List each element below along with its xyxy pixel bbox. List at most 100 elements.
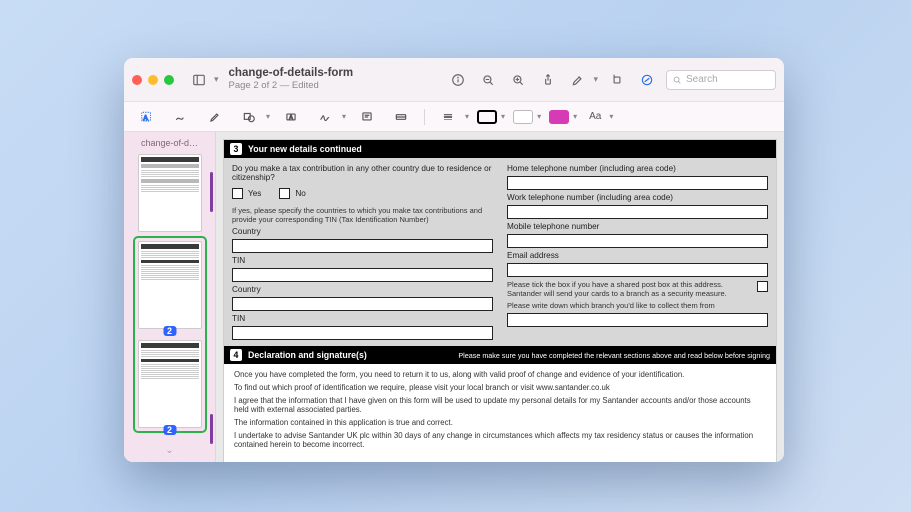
home-phone-input[interactable]	[507, 176, 768, 190]
chevron-down-icon: ▾	[593, 74, 598, 85]
scroll-indicator	[210, 172, 213, 212]
work-phone-input[interactable]	[507, 205, 768, 219]
close-window-button[interactable]	[132, 75, 142, 85]
section-3-right-column: Home telephone number (including area co…	[507, 164, 768, 340]
branch-input[interactable]	[507, 313, 768, 327]
toolbar-divider	[424, 109, 425, 125]
mobile-phone-input[interactable]	[507, 234, 768, 248]
page-count-badge: 2	[163, 326, 176, 336]
declaration-p2: To find out which proof of identificatio…	[234, 383, 766, 392]
chevron-down-icon: ▾	[465, 112, 469, 121]
chevron-down-icon: ▾	[573, 112, 577, 121]
branch-label: Please write down which branch you'd lik…	[507, 301, 768, 310]
section-3-body: Do you make a tax contribution in any ot…	[224, 158, 776, 346]
selected-thumbnail-group[interactable]: 2 2	[133, 236, 207, 433]
page-thumbnail-2a[interactable]: 2	[138, 241, 202, 329]
page-thumbnail-2b[interactable]: 2	[138, 340, 202, 428]
scroll-indicator	[210, 414, 213, 444]
chevron-down-icon: ▾	[501, 112, 505, 121]
section-number: 4	[230, 349, 242, 361]
tin-label-2: TIN	[232, 314, 493, 323]
shapes-tool-button[interactable]	[236, 107, 262, 127]
country-input-2[interactable]	[232, 297, 493, 311]
stroke-color-well[interactable]	[477, 110, 497, 124]
zoom-out-button[interactable]	[477, 69, 499, 91]
search-icon	[672, 75, 682, 85]
fill-color-well[interactable]	[513, 110, 533, 124]
declaration-p4: The information contained in this applic…	[234, 418, 766, 427]
section-number: 3	[230, 143, 242, 155]
chevron-down-icon: ▾	[266, 112, 270, 121]
email-input[interactable]	[507, 263, 768, 277]
email-label: Email address	[507, 251, 768, 260]
sidebar-toggle-button[interactable]	[188, 69, 210, 91]
declaration-p1: Once you have completed the form, you ne…	[234, 370, 766, 379]
document-subtitle: Page 2 of 2 — Edited	[229, 81, 354, 92]
mobile-phone-label: Mobile telephone number	[507, 222, 768, 231]
chevron-down-icon: ▾	[537, 112, 541, 121]
editor-body: change-of-d… 2	[124, 132, 784, 462]
if-yes-instruction: If yes, please specify the countries to …	[232, 206, 493, 224]
note-tool-button[interactable]	[354, 107, 380, 127]
page-count-badge: 2	[163, 425, 176, 435]
postbox-notice: Please tick the box if you have a shared…	[507, 280, 751, 298]
draw-tool-button[interactable]	[202, 107, 228, 127]
sign-tool-button[interactable]	[312, 107, 338, 127]
document-title-block: change-of-details-form Page 2 of 2 — Edi…	[229, 67, 354, 91]
chevron-down-icon: ▾	[609, 112, 613, 121]
titlebar: ▾ change-of-details-form Page 2 of 2 — E…	[124, 58, 784, 102]
maximize-window-button[interactable]	[164, 75, 174, 85]
section-title: Your new details continued	[248, 144, 362, 154]
postbox-checkbox[interactable]	[757, 281, 768, 292]
redact-tool-button[interactable]	[388, 107, 414, 127]
country-label-2: Country	[232, 285, 493, 294]
declaration-p5: I undertake to advise Santander UK plc w…	[234, 431, 766, 449]
select-tool-button[interactable]: A	[134, 107, 160, 127]
markup-toolbar: A ▾ A ▾ ▾ ▾ ▾ ▾	[124, 102, 784, 132]
section-header-notice: Please make sure you have completed the …	[458, 351, 770, 360]
thumbnail-sidebar: change-of-d… 2	[124, 132, 216, 462]
tin-label-1: TIN	[232, 256, 493, 265]
line-style-button[interactable]	[435, 107, 461, 127]
chevron-down-icon: ▾	[342, 112, 346, 121]
section-title: Declaration and signature(s)	[248, 350, 367, 360]
chevron-down-icon: ▾	[214, 74, 219, 85]
yes-checkbox[interactable]	[232, 188, 243, 199]
sidebar-doc-label: change-of-d…	[141, 138, 198, 148]
section-3-header: 3 Your new details continued	[224, 140, 776, 158]
section-4-header: 4 Declaration and signature(s) Please ma…	[224, 346, 776, 364]
shape-color-well[interactable]	[549, 110, 569, 124]
highlight-button[interactable]	[567, 69, 589, 91]
info-button[interactable]	[447, 69, 469, 91]
page-thumbnail-1[interactable]	[138, 154, 202, 232]
section-4-body: Once you have completed the form, you ne…	[224, 364, 776, 455]
country-input-1[interactable]	[232, 239, 493, 253]
rotate-button[interactable]	[606, 69, 628, 91]
search-field[interactable]: Search	[666, 70, 776, 90]
font-style-button[interactable]: Aa	[585, 107, 605, 127]
tax-question-label: Do you make a tax contribution in any ot…	[232, 164, 493, 182]
page-canvas[interactable]: 3 Your new details continued Do you make…	[216, 132, 784, 462]
no-label: No	[295, 189, 305, 198]
text-tool-button[interactable]: A	[278, 107, 304, 127]
minimize-window-button[interactable]	[148, 75, 158, 85]
pdf-editor-window: ▾ change-of-details-form Page 2 of 2 — E…	[124, 58, 784, 462]
document-title: change-of-details-form	[229, 67, 354, 80]
declaration-p3: I agree that the information that I have…	[234, 396, 766, 414]
yes-label: Yes	[248, 189, 261, 198]
share-button[interactable]	[537, 69, 559, 91]
no-checkbox[interactable]	[279, 188, 290, 199]
markup-toggle-button[interactable]	[636, 69, 658, 91]
section-3-left-column: Do you make a tax contribution in any ot…	[232, 164, 493, 340]
scroll-down-icon[interactable]: ⌄	[165, 445, 173, 456]
sketch-tool-button[interactable]	[168, 107, 194, 127]
tin-input-1[interactable]	[232, 268, 493, 282]
pdf-page: 3 Your new details continued Do you make…	[224, 140, 776, 462]
search-placeholder: Search	[686, 74, 718, 85]
tin-input-2[interactable]	[232, 326, 493, 340]
work-phone-label: Work telephone number (including area co…	[507, 193, 768, 202]
country-label-1: Country	[232, 227, 493, 236]
zoom-in-button[interactable]	[507, 69, 529, 91]
svg-text:A: A	[289, 114, 293, 120]
window-traffic-lights	[132, 75, 174, 85]
